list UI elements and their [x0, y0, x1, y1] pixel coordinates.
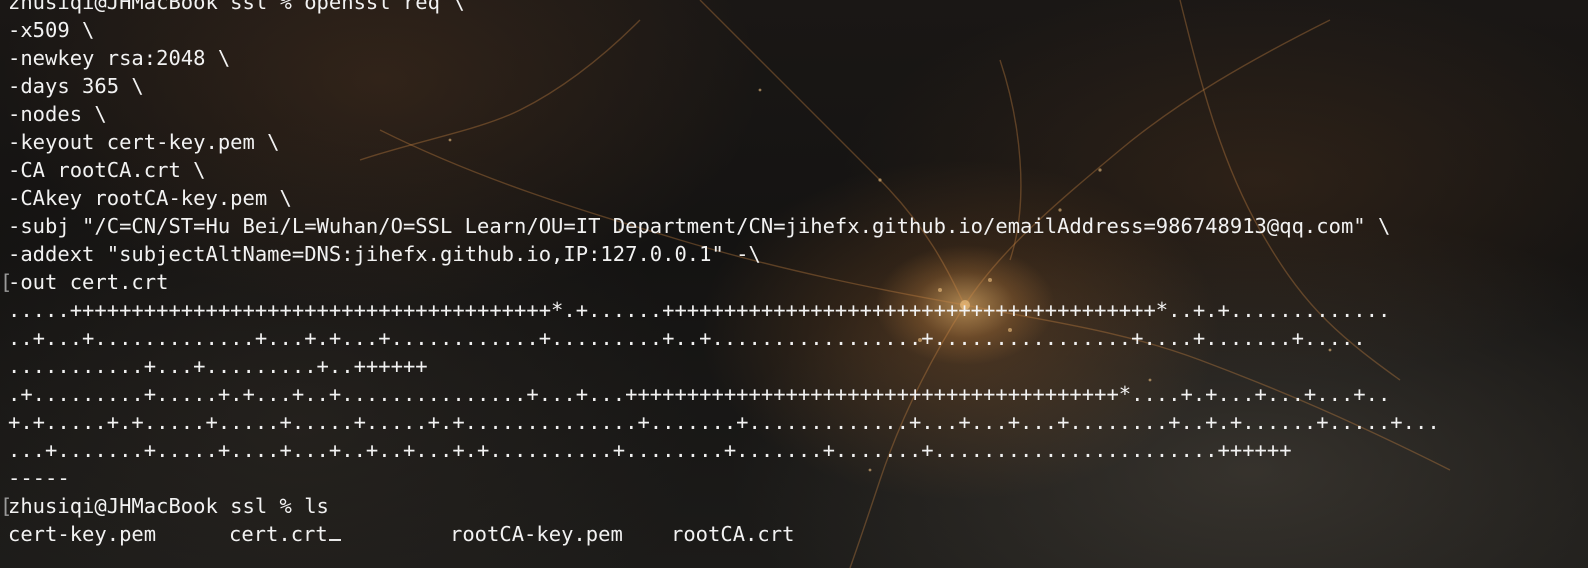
mark-bracket-icon: [	[0, 270, 13, 294]
terminal-line: .....+++++++++++++++++++++++++++++++++++…	[8, 298, 1391, 322]
terminal-line: ...+.......+.....+....+...+..+..+...+.+.…	[8, 438, 1292, 462]
terminal-line: ..+...+.............+...+.+...+.........…	[8, 326, 1366, 350]
file-rootca-key-pem: rootCA-key.pem	[450, 522, 623, 546]
terminal-line: -subj "/C=CN/ST=Hu Bei/L=Wuhan/O=SSL Lea…	[8, 214, 1391, 238]
file-rootca-crt: rootCA.crt	[671, 522, 795, 546]
terminal-line-marked: [-out cert.crt	[0, 268, 1440, 296]
terminal-line: -CAkey rootCA-key.pem \	[8, 186, 292, 210]
terminal-line: +.+.....+.+.....+.....+.....+.....+.+...…	[8, 410, 1440, 434]
terminal-output: zhusiqi@JHMacBook ssl % openssl req \ -x5…	[0, 0, 1440, 548]
terminal-line: -CA rootCA.crt \	[8, 158, 206, 182]
ls-output-line: cert-key.pem cert.crt rootCA-key.pem rootCA…	[8, 520, 1440, 548]
terminal-line: -addext "subjectAltName=DNS:jihefx.githu…	[8, 242, 761, 266]
terminal-line: .+.........+.....+.+...+..+.............…	[8, 382, 1391, 406]
terminal-line: -x509 \	[8, 18, 95, 42]
terminal-line: -days 365 \	[8, 74, 144, 98]
terminal-line: -nodes \	[8, 102, 107, 126]
mark-bracket-icon: [	[0, 494, 13, 518]
terminal-window[interactable]: zhusiqi@JHMacBook ssl % openssl req \ -x5…	[0, 0, 1588, 568]
terminal-line-text: -out cert.crt	[8, 270, 169, 294]
terminal-line: -newkey rsa:2048 \	[8, 46, 231, 70]
terminal-line: -----	[8, 466, 70, 490]
terminal-line: ...........+...+.........+..++++++	[8, 354, 428, 378]
terminal-line: -keyout cert-key.pem \	[8, 130, 280, 154]
terminal-line: zhusiqi@JHMacBook ssl % openssl req \	[8, 0, 465, 14]
file-cert-crt: cert.crt	[229, 520, 450, 548]
prompt-text: zhusiqi@JHMacBook ssl % ls	[8, 494, 329, 518]
prompt-line: [zhusiqi@JHMacBook ssl % ls	[0, 492, 1440, 520]
text-cursor	[328, 539, 341, 541]
file-cert-key-pem: cert-key.pem	[8, 522, 157, 546]
file-name: cert.crt	[229, 522, 328, 546]
